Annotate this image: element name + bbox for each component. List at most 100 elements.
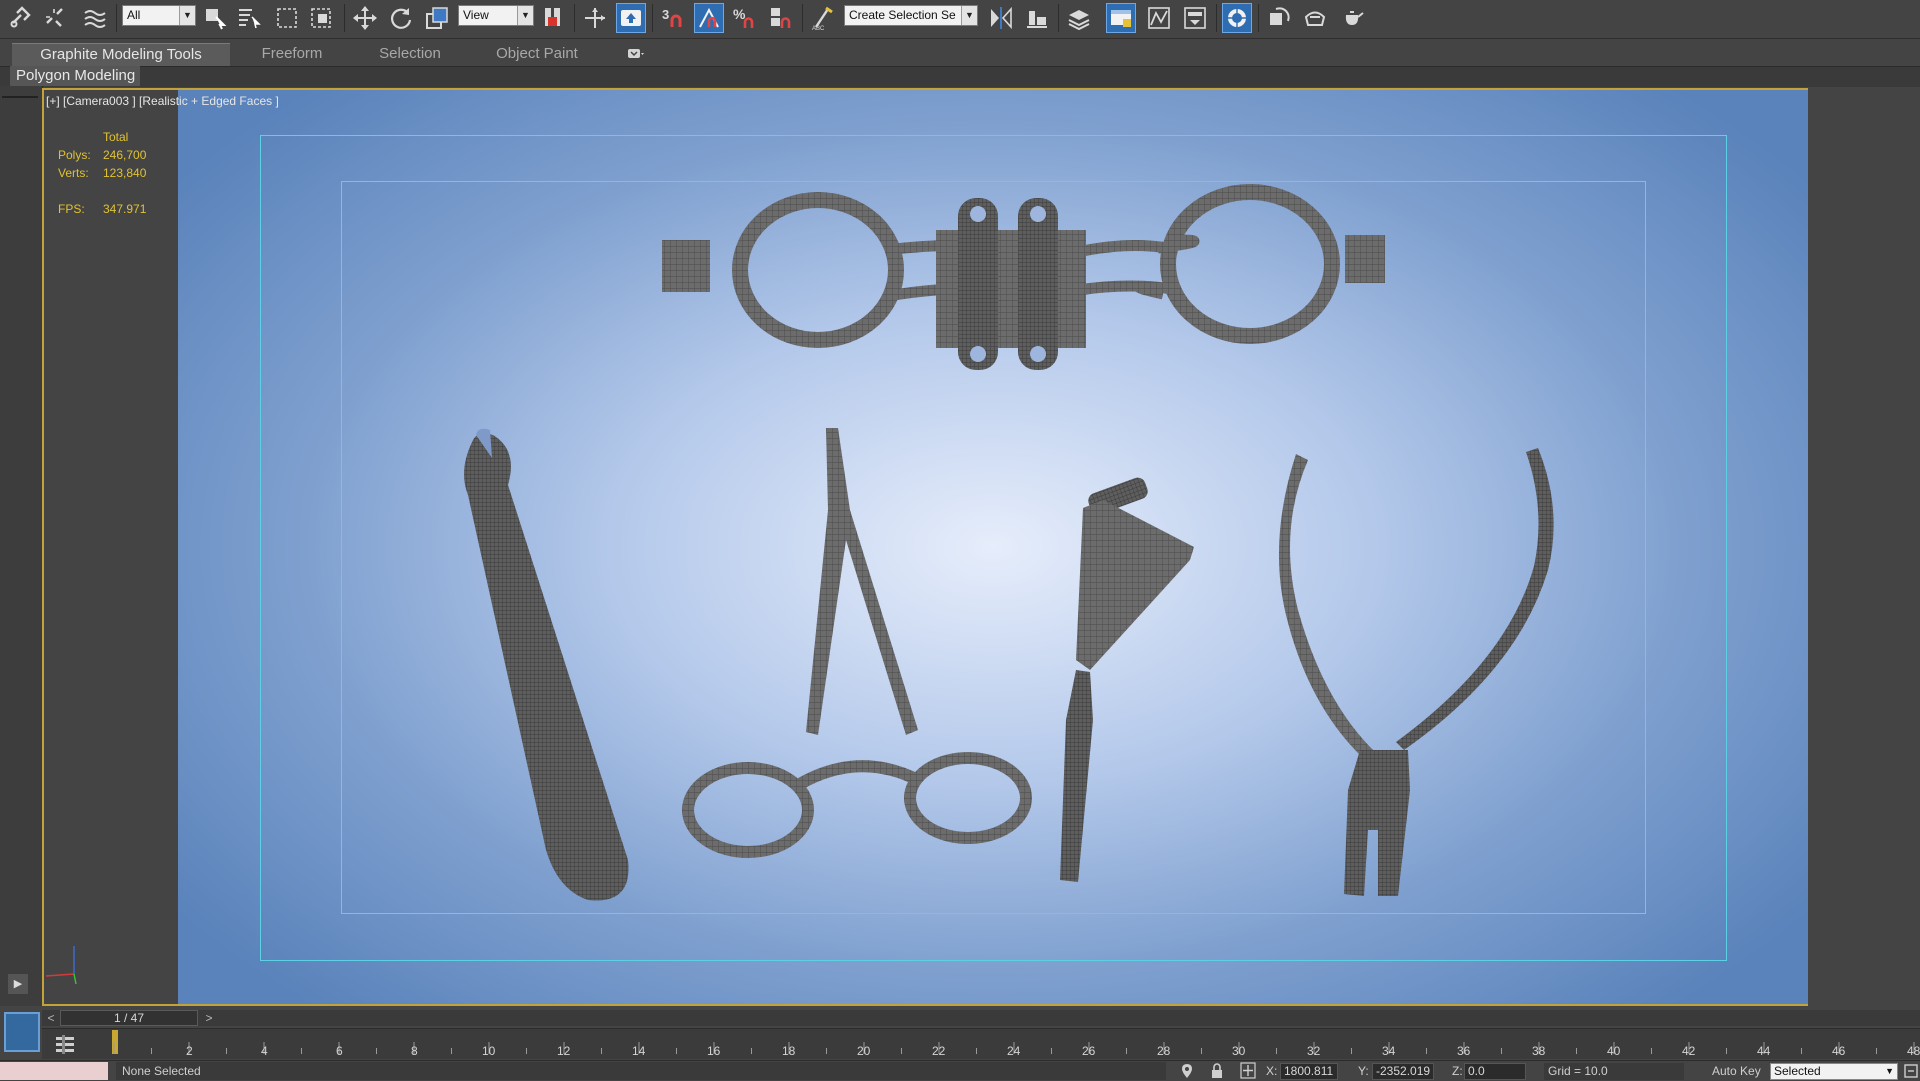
selection-filter-dropdown[interactable]: All ▼: [122, 5, 196, 26]
ruler-label: 20: [857, 1044, 871, 1058]
named-selection-sets-dropdown[interactable]: Create Selection Se ▼: [844, 5, 978, 26]
select-and-rotate-icon[interactable]: [386, 3, 416, 33]
set-key-icon[interactable]: [1904, 1063, 1918, 1079]
toolbar-separator: [574, 4, 575, 32]
ruler-label: 18: [782, 1044, 796, 1058]
model-double-clamp[interactable]: [662, 184, 1385, 370]
x-coord-field[interactable]: 1800.811: [1280, 1063, 1338, 1080]
tab-selection[interactable]: Selection: [360, 43, 460, 65]
select-object-icon[interactable]: [200, 3, 230, 33]
isolate-selection-icon[interactable]: [1180, 1063, 1194, 1079]
toolbar-separator: [344, 4, 345, 32]
ruler-label: 42: [1682, 1044, 1696, 1058]
svg-text:3: 3: [662, 7, 669, 22]
select-and-manipulate-icon[interactable]: [580, 3, 610, 33]
select-and-link-icon[interactable]: [6, 3, 36, 33]
angle-snap-toggle-icon[interactable]: [694, 3, 724, 33]
model-curved-pliers[interactable]: [1278, 448, 1554, 896]
selection-lock-icon[interactable]: [1210, 1063, 1224, 1079]
play-animation-button[interactable]: ▶: [8, 974, 28, 994]
stats-fps-value: 347.971: [103, 202, 147, 216]
reference-coordinate-dropdown[interactable]: View ▼: [458, 5, 534, 26]
toolbar-separator: [802, 4, 803, 32]
toolbar-separator: [116, 4, 117, 32]
tab-graphite-modeling-tools[interactable]: Graphite Modeling Tools: [12, 43, 230, 66]
keyboard-shortcut-override-icon[interactable]: [616, 3, 646, 33]
render-setup-icon[interactable]: [1264, 3, 1294, 33]
pivot-point-center-icon[interactable]: [538, 3, 568, 33]
ruler-label: 6: [336, 1044, 343, 1058]
timeline-ruler[interactable]: [0, 1028, 1920, 1058]
model-hemostat-forceps[interactable]: [682, 428, 1032, 858]
z-coord-label: Z:: [1452, 1064, 1463, 1078]
polygon-modeling-panel[interactable]: Polygon Modeling: [10, 66, 140, 86]
bind-to-space-warp-icon[interactable]: [80, 3, 110, 33]
align-icon[interactable]: [1022, 3, 1052, 33]
grid-spacing-display: Grid = 10.0: [1544, 1063, 1684, 1080]
ruler-label: 34: [1382, 1044, 1396, 1058]
time-slider-handle[interactable]: 1 / 47: [60, 1010, 198, 1026]
ribbon-tab-bar: Graphite Modeling Tools Freeform Selecti…: [0, 42, 1920, 66]
tab-object-paint[interactable]: Object Paint: [482, 43, 592, 65]
material-editor-icon[interactable]: [1222, 3, 1252, 33]
render-production-teapot-icon[interactable]: [1338, 3, 1368, 33]
next-frame-arrow[interactable]: >: [202, 1010, 216, 1026]
toolbar-separator: [1058, 4, 1059, 32]
ribbon-options-icon[interactable]: [628, 47, 644, 59]
rectangular-selection-region-icon[interactable]: [272, 3, 302, 33]
selection-filter-value: All: [127, 8, 141, 22]
ruler-label: 48: [1907, 1044, 1920, 1058]
absolute-relative-transform-icon[interactable]: [1240, 1062, 1256, 1079]
y-coord-field[interactable]: -2352.019: [1372, 1063, 1434, 1080]
mirror-icon[interactable]: [986, 3, 1016, 33]
layer-explorer-icon[interactable]: [1064, 3, 1094, 33]
auto-key-button[interactable]: Auto Key: [1712, 1064, 1761, 1078]
select-and-move-icon[interactable]: [350, 3, 380, 33]
ruler-label: 28: [1157, 1044, 1171, 1058]
rendered-frame-window-icon[interactable]: [1300, 3, 1330, 33]
unlink-selection-icon[interactable]: [40, 3, 70, 33]
ruler-label: 16: [707, 1044, 721, 1058]
stats-total-header: Total: [103, 130, 129, 144]
ruler-label: 2: [186, 1044, 193, 1058]
key-filter-value: Selected: [1774, 1064, 1821, 1078]
stats-verts-label: Verts:: [58, 166, 89, 180]
ruler-label: 12: [557, 1044, 571, 1058]
chevron-down-icon: ▼: [1885, 1066, 1894, 1076]
ribbon-panel-strip: [0, 66, 1920, 87]
z-coord-field[interactable]: 0.0: [1464, 1063, 1526, 1080]
stats-polys-label: Polys:: [58, 148, 91, 162]
surgical-instruments-model[interactable]: [178, 90, 1808, 1004]
edit-named-selection-sets-icon[interactable]: ABC: [808, 3, 838, 33]
ruler-label: 8: [411, 1044, 418, 1058]
ruler-label: 26: [1082, 1044, 1096, 1058]
select-and-scale-icon[interactable]: [422, 3, 452, 33]
selection-status-text: None Selected: [116, 1062, 1166, 1080]
stats-polys-value: 246,700: [103, 148, 147, 162]
tab-freeform[interactable]: Freeform: [244, 43, 340, 65]
chevron-down-icon: ▼: [961, 6, 977, 25]
ruler-label: 30: [1232, 1044, 1246, 1058]
schematic-view-icon[interactable]: [1180, 3, 1210, 33]
key-filter-dropdown[interactable]: Selected ▼: [1770, 1063, 1898, 1080]
left-side-panel: [0, 86, 43, 1016]
percent-snap-toggle-icon[interactable]: %: [730, 3, 760, 33]
model-angled-probe[interactable]: [1060, 475, 1194, 882]
toggle-ribbon-icon[interactable]: [1106, 3, 1136, 33]
window-crossing-icon[interactable]: [306, 3, 336, 33]
viewport-label-menu[interactable]: [+] [Camera003 ] [Realistic + Edged Face…: [46, 94, 279, 108]
ruler-label: 32: [1307, 1044, 1321, 1058]
time-slider-track[interactable]: [42, 1010, 1920, 1026]
ruler-label: 38: [1532, 1044, 1546, 1058]
toolbar-separator: [652, 4, 653, 32]
select-by-name-icon[interactable]: [234, 3, 264, 33]
model-elevator-tool[interactable]: [464, 428, 629, 901]
current-frame-marker[interactable]: [112, 1030, 118, 1054]
snap-toggle-3d-icon[interactable]: 3: [658, 3, 688, 33]
maxscript-listener-mini[interactable]: [0, 1062, 108, 1080]
curve-editor-icon[interactable]: [1144, 3, 1174, 33]
spinner-snap-toggle-icon[interactable]: [766, 3, 796, 33]
previous-frame-arrow[interactable]: <: [44, 1010, 58, 1026]
ruler-label: 40: [1607, 1044, 1621, 1058]
reference-coordinate-value: View: [463, 8, 489, 22]
